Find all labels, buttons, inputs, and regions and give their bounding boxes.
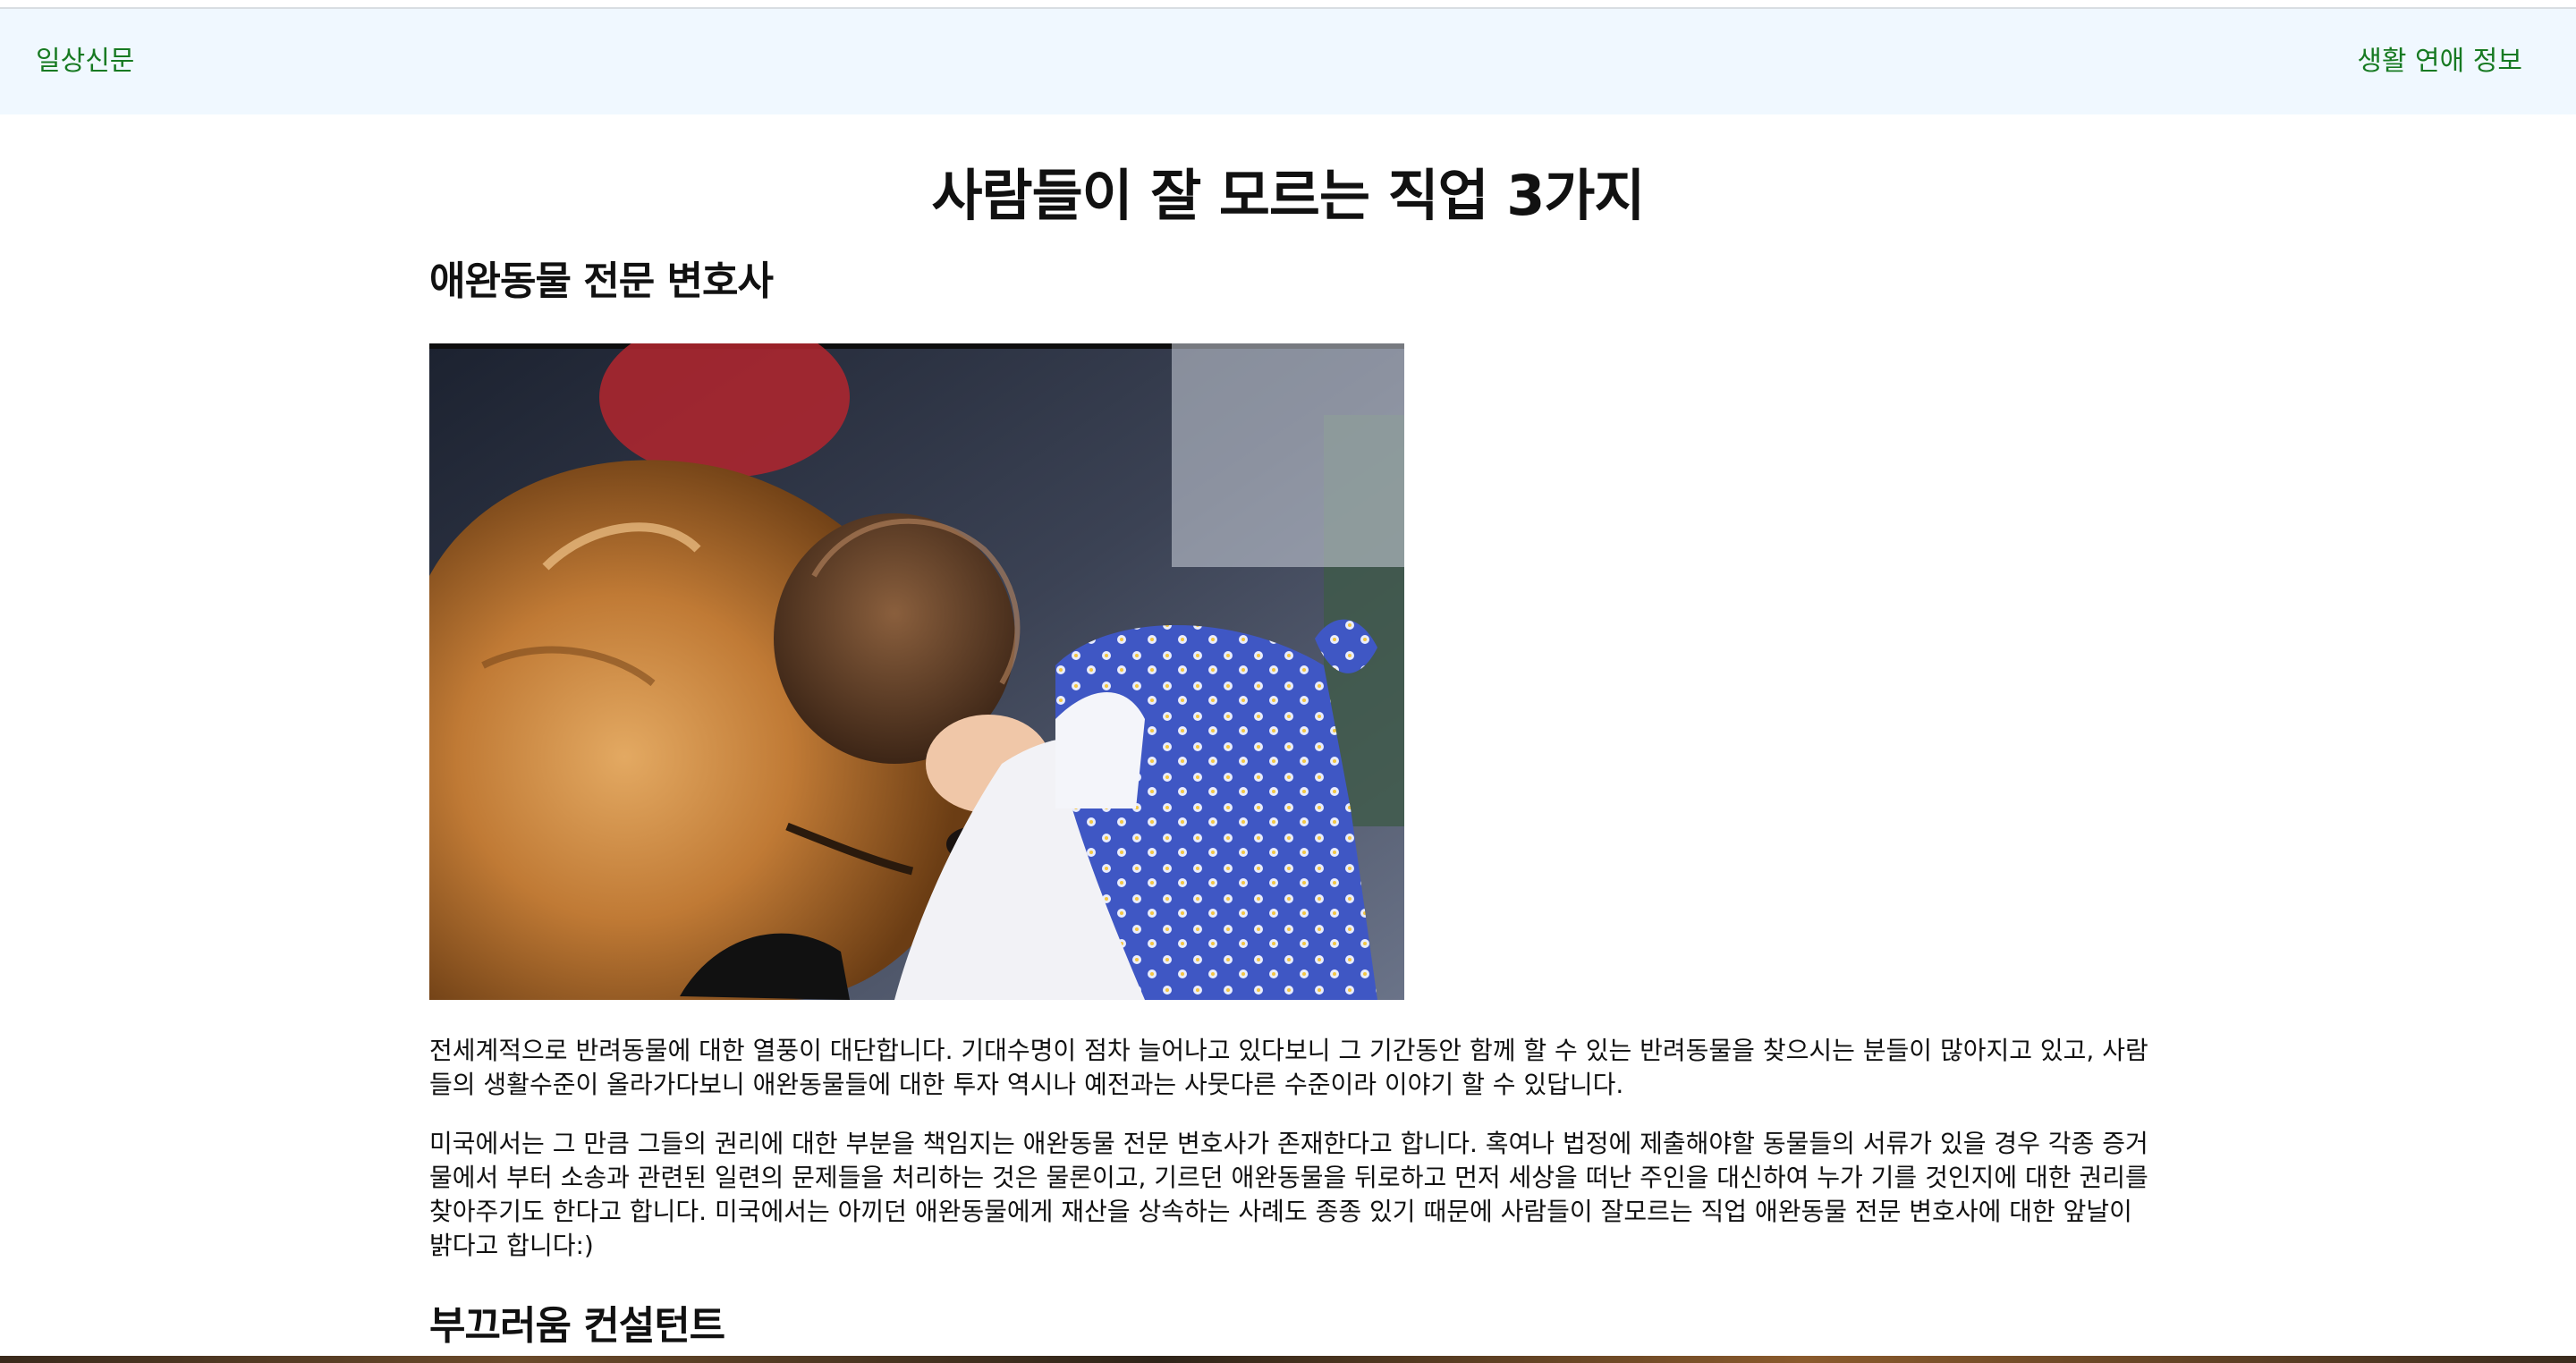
section-heading-pet-lawyer: 애완동물 전문 변호사 [429, 258, 774, 304]
top-navbar: 일상신문 생활 연애 정보 [0, 9, 2576, 114]
brand-link[interactable]: 일상신문 [36, 48, 134, 75]
photo-illustration [429, 343, 1404, 1000]
article-photo-dog-and-child [429, 343, 1404, 1000]
article-paragraph: 전세계적으로 반려동물에 대한 열풍이 대단합니다. 기대수명이 점차 늘어나고… [429, 1036, 2148, 1099]
main-content: 사람들이 잘 모르는 직업 3가지 애완동물 전문 변호사 전세계적으로 반려동… [0, 114, 2576, 1358]
section-heading-shyness-consultant: 부끄러움 컨설턴트 [429, 1303, 725, 1349]
browser-top-edge [0, 0, 2576, 9]
article: 애완동물 전문 변호사 전세계적으로 반려동물에 대한 열풍이 대단합니다. 기… [429, 249, 2156, 1358]
menu-link-life-love-info[interactable]: 생활 연애 정보 [2357, 48, 2522, 75]
article-paragraph: 미국에서는 그 만큼 그들의 권리에 대한 부분을 책임지는 애완동물 전문 변… [429, 1129, 2148, 1260]
page-title: 사람들이 잘 모르는 직업 3가지 [931, 163, 1646, 228]
next-image-peek [0, 1356, 2576, 1363]
